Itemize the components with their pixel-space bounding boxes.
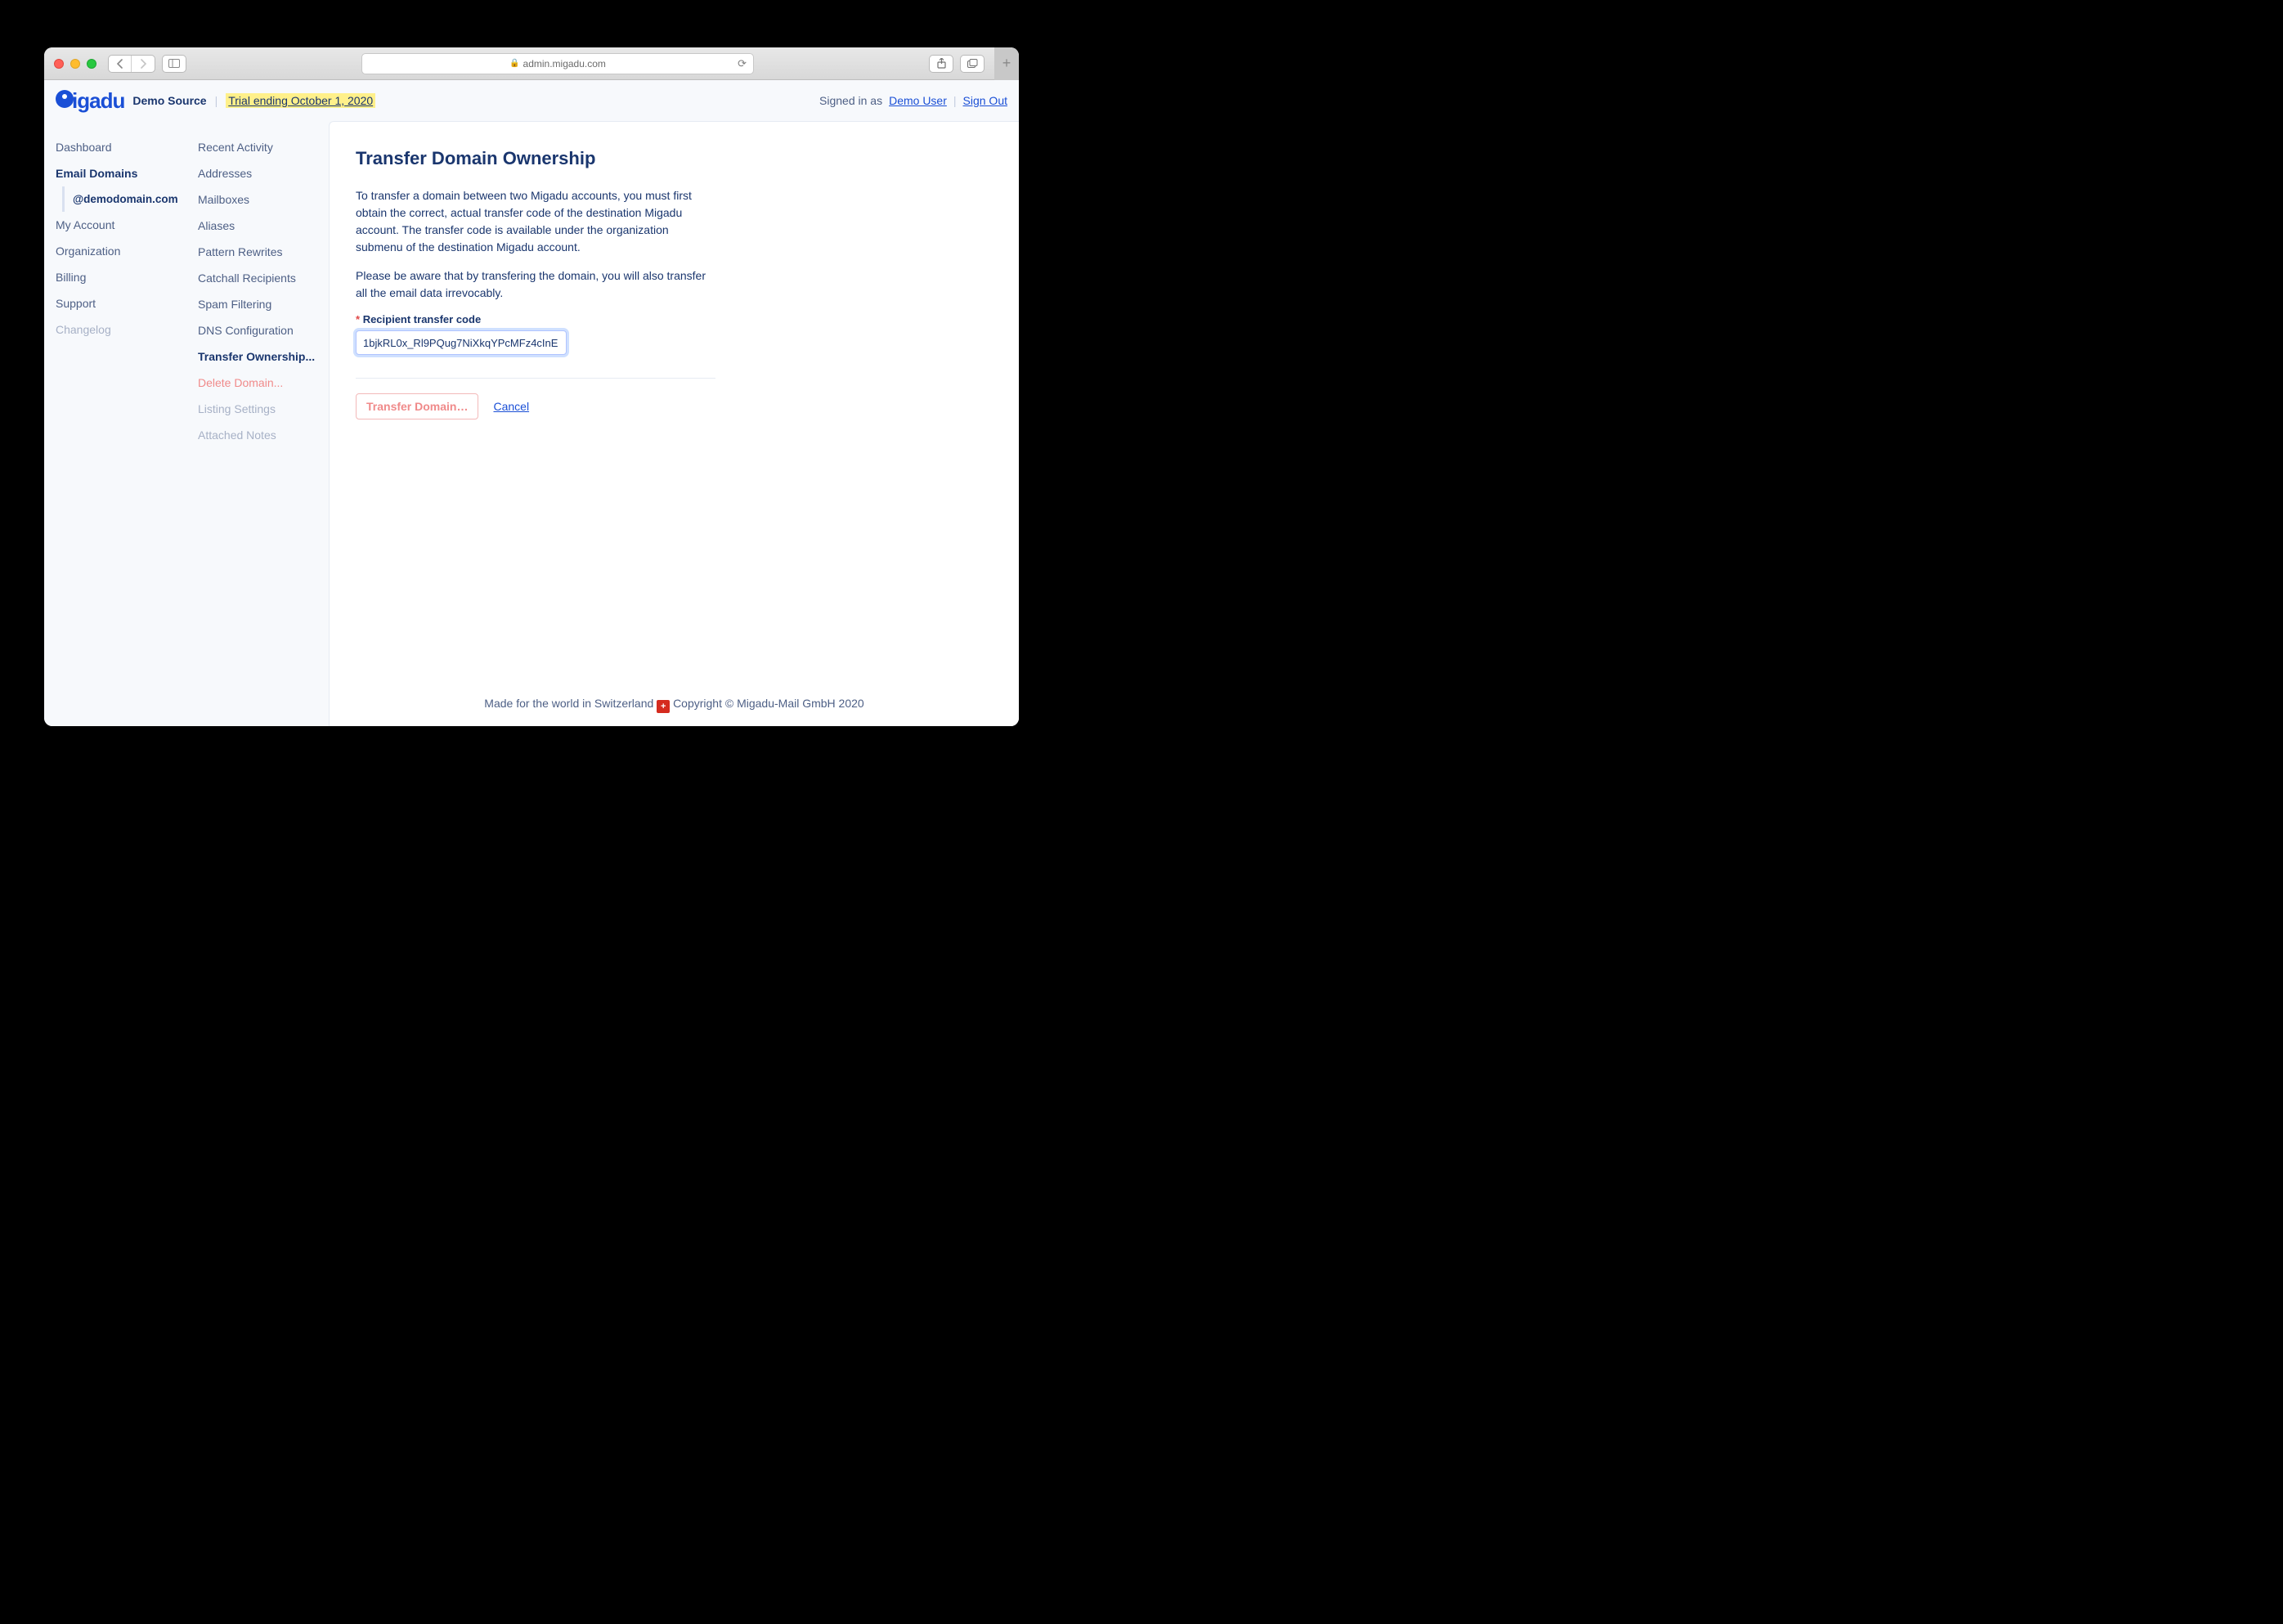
nav-mailboxes[interactable]: Mailboxes: [198, 186, 329, 213]
footer-left: Made for the world in Switzerland: [484, 697, 653, 710]
separator: |: [953, 94, 957, 107]
nav-dns-config[interactable]: DNS Configuration: [198, 317, 329, 343]
maximize-window-button[interactable]: [87, 59, 96, 69]
nav-current-domain[interactable]: @demodomain.com: [62, 186, 186, 212]
nav-billing[interactable]: Billing: [56, 264, 186, 290]
nav-my-account[interactable]: My Account: [56, 212, 186, 238]
nav-addresses[interactable]: Addresses: [198, 160, 329, 186]
nav-catchall[interactable]: Catchall Recipients: [198, 265, 329, 291]
page-title: Transfer Domain Ownership: [356, 148, 993, 169]
back-button[interactable]: [109, 56, 132, 72]
minimize-window-button[interactable]: [70, 59, 80, 69]
share-button[interactable]: [929, 55, 953, 73]
intro-paragraph-2: Please be aware that by transfering the …: [356, 267, 715, 302]
tabs-button[interactable]: [960, 55, 985, 73]
nav-organization[interactable]: Organization: [56, 238, 186, 264]
transfer-domain-button[interactable]: Transfer Domain…: [356, 393, 478, 419]
separator: |: [215, 94, 218, 107]
browser-window: 🔒 admin.migadu.com ⟳ + igadu Demo Source…: [44, 47, 1019, 726]
forward-button[interactable]: [132, 56, 155, 72]
sidebar-toggle-button[interactable]: [162, 55, 186, 73]
logo-text: igadu: [72, 88, 124, 114]
close-window-button[interactable]: [54, 59, 64, 69]
primary-nav: Dashboard Email Domains @demodomain.com …: [44, 121, 186, 726]
nav-back-forward: [108, 55, 155, 73]
nav-transfer-ownership[interactable]: Transfer Ownership...: [198, 343, 329, 370]
titlebar: 🔒 admin.migadu.com ⟳ +: [44, 47, 1019, 80]
signed-in-label: Signed in as: [819, 94, 882, 107]
footer: Made for the world in Switzerland + Copy…: [356, 680, 993, 713]
nav-delete-domain[interactable]: Delete Domain...: [198, 370, 329, 396]
nav-listing-settings[interactable]: Listing Settings: [198, 396, 329, 422]
intro-paragraph-1: To transfer a domain between two Migadu …: [356, 187, 715, 256]
swiss-flag-icon: +: [657, 700, 670, 713]
lock-icon: 🔒: [509, 59, 519, 68]
new-tab-button[interactable]: +: [994, 47, 1019, 80]
nav-pattern-rewrites[interactable]: Pattern Rewrites: [198, 239, 329, 265]
app-header: igadu Demo Source | Trial ending October…: [44, 80, 1019, 121]
footer-right: Copyright © Migadu-Mail GmbH 2020: [673, 697, 864, 710]
cancel-link[interactable]: Cancel: [493, 400, 529, 413]
nav-changelog[interactable]: Changelog: [56, 316, 186, 343]
nav-support[interactable]: Support: [56, 290, 186, 316]
user-link[interactable]: Demo User: [889, 94, 947, 107]
nav-attached-notes[interactable]: Attached Notes: [198, 422, 329, 448]
url-text: admin.migadu.com: [523, 58, 606, 70]
logo-icon: [56, 90, 74, 108]
nav-recent-activity[interactable]: Recent Activity: [198, 134, 329, 160]
main-panel: Transfer Domain Ownership To transfer a …: [329, 121, 1019, 726]
required-marker: *: [356, 313, 360, 325]
app-content: igadu Demo Source | Trial ending October…: [44, 80, 1019, 726]
transfer-code-input[interactable]: [356, 330, 567, 355]
address-bar[interactable]: 🔒 admin.migadu.com ⟳: [361, 53, 754, 74]
traffic-lights: [54, 59, 96, 69]
transfer-code-label: * Recipient transfer code: [356, 313, 715, 325]
nav-email-domains[interactable]: Email Domains: [56, 160, 186, 186]
reload-icon[interactable]: ⟳: [738, 57, 747, 70]
signout-link[interactable]: Sign Out: [963, 94, 1007, 107]
nav-dashboard[interactable]: Dashboard: [56, 134, 186, 160]
logo[interactable]: igadu: [56, 88, 124, 114]
nav-spam-filtering[interactable]: Spam Filtering: [198, 291, 329, 317]
org-name[interactable]: Demo Source: [132, 94, 206, 107]
trial-link[interactable]: Trial ending October 1, 2020: [226, 93, 375, 108]
secondary-nav: Recent Activity Addresses Mailboxes Alia…: [186, 121, 329, 726]
nav-aliases[interactable]: Aliases: [198, 213, 329, 239]
